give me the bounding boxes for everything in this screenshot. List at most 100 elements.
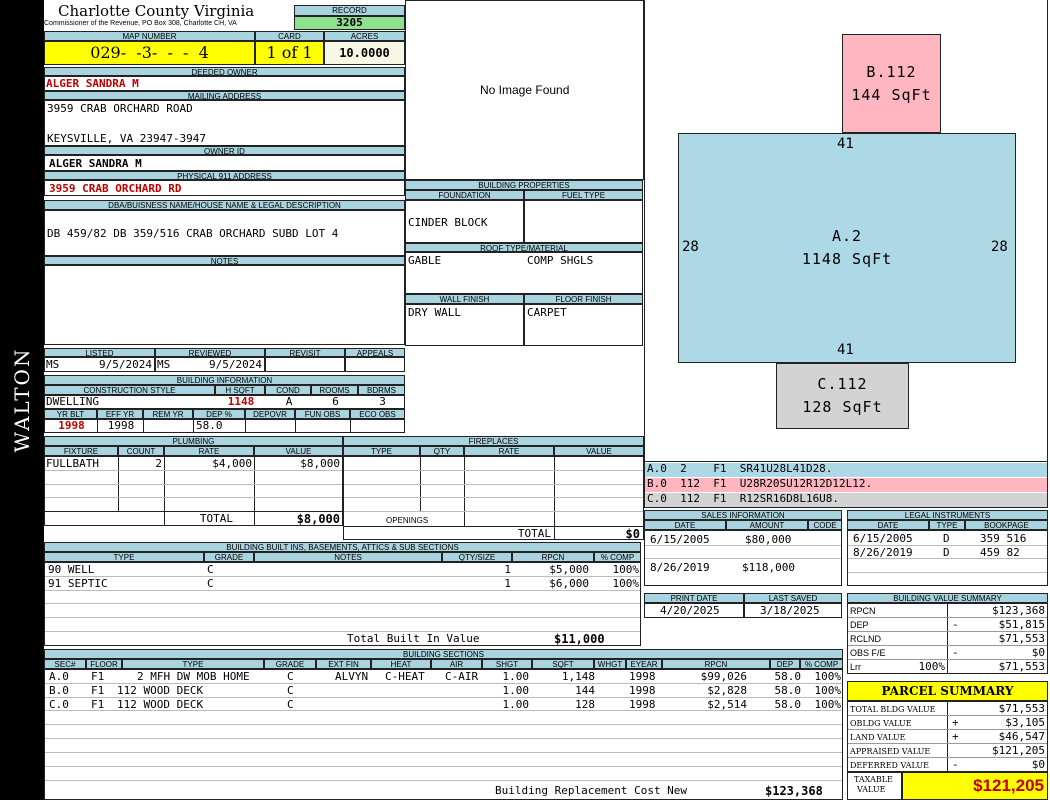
- county-header: Charlotte County Virginia Commissioner o…: [44, 0, 294, 31]
- sketch-code-c: C.0 112 F1 R12SR16D8L16U8.: [645, 493, 1047, 507]
- summary-label: RPCN: [850, 606, 876, 616]
- section-comp: 100%: [814, 670, 842, 683]
- fp-type-label: TYPE: [343, 446, 420, 456]
- listed-date: 9/5/2024: [99, 358, 152, 371]
- last-saved-box: 3/18/2025: [744, 603, 842, 618]
- section-sqft: 128: [575, 698, 595, 711]
- plumbing-total-label: TOTAL: [199, 512, 233, 525]
- notes-box: [44, 265, 405, 345]
- wall-finish-box: DRY WALL: [405, 304, 524, 346]
- reviewed-label: REVIEWED: [155, 348, 265, 357]
- section-ext-fin: ALVYN: [335, 670, 369, 683]
- year-built: 1998: [58, 419, 85, 432]
- district-sidebar: WALTON: [0, 0, 44, 800]
- county-title: Charlotte County Virginia: [58, 2, 255, 20]
- card-number: 1 of 1: [255, 41, 324, 65]
- listed-label: LISTED: [44, 348, 155, 357]
- card-label: CARD: [255, 31, 324, 41]
- appeals-label: APPEALS: [345, 348, 405, 357]
- deeded-owner-label: DEEDED OWNER: [44, 67, 405, 76]
- rate-col-label: RATE: [164, 446, 254, 456]
- wall-finish-label: WALL FINISH: [405, 294, 524, 304]
- section-id: C.0: [49, 698, 69, 711]
- parcel-label: OBLDG VALUE: [850, 719, 912, 728]
- summary-value: $71,553: [998, 632, 1045, 645]
- bi-notes-label: NOTES: [254, 552, 442, 562]
- record-label: RECORD: [294, 5, 405, 16]
- revisit-label: REVISIT: [265, 348, 345, 357]
- type-col-label: TYPE: [122, 659, 264, 669]
- hsqft-label: H SQFT: [215, 385, 265, 395]
- floor-col-label: FLOOR: [86, 659, 122, 669]
- summary-label: DEP: [850, 620, 869, 630]
- section-heat: C-HEAT: [385, 670, 425, 683]
- builtin-rpcn: $5,000: [549, 563, 589, 576]
- sale-code-label: CODE: [808, 520, 842, 530]
- plumbing-label: PLUMBING: [44, 436, 343, 446]
- section-grade: C: [287, 698, 294, 711]
- legal-type: D: [943, 546, 950, 559]
- fp-value-label: VALUE: [554, 446, 644, 456]
- construction-style: DWELLING: [46, 395, 99, 408]
- fixture-col-label: FIXTURE: [44, 446, 118, 456]
- legal-date: 8/26/2019: [853, 546, 913, 559]
- section-rpcn: $2,514: [707, 698, 747, 711]
- legal-description: DB 459/82 DB 359/516 CRAB ORCHARD SUBD L…: [47, 227, 339, 240]
- floor-finish-box: CARPET: [524, 304, 643, 346]
- section-grade: C: [287, 684, 294, 697]
- section-eyear: 1998: [629, 684, 656, 697]
- roof-label: ROOF TYPE/MATERIAL: [405, 243, 643, 252]
- construction-style-label: CONSTRUCTION STYLE: [44, 385, 215, 395]
- section-a-label: A.2: [831, 227, 863, 245]
- shgt-col-label: SHGT: [482, 659, 532, 669]
- summary-value: $71,553: [998, 660, 1045, 673]
- rooms-label: ROOMS: [311, 385, 358, 395]
- summary-value: $0: [1031, 646, 1045, 659]
- summary-value: $51,815: [998, 618, 1045, 631]
- section-rpcn: $2,828: [707, 684, 747, 697]
- section-eyear: 1998: [629, 698, 656, 711]
- section-dep: 58.0: [774, 698, 802, 711]
- sale-date: 6/15/2005: [650, 533, 710, 546]
- section-sqft: 1,148: [561, 670, 595, 683]
- depovr-label: DEPOVR: [245, 409, 295, 419]
- value-summary-label: BUILDING VALUE SUMMARY: [847, 593, 1048, 603]
- physical-address-box: 3959 CRAB ORCHARD RD: [44, 180, 405, 196]
- map-number-label: MAP NUMBER: [44, 31, 255, 41]
- parcel-value: $71,553: [998, 702, 1045, 715]
- physical-address: 3959 CRAB ORCHARD RD: [49, 182, 182, 195]
- builtin-type: 91 SEPTIC: [48, 577, 108, 590]
- appeals-box: [345, 357, 405, 372]
- building-year-row: 1998 1998 58.0: [44, 419, 405, 433]
- effective-year: 1998: [107, 419, 135, 432]
- plumbing-total: $8,000: [296, 512, 340, 526]
- section-type: 112 WOOD DECK: [117, 698, 204, 711]
- mailing-line-1: 3959 CRAB ORCHARD ROAD: [47, 102, 193, 115]
- sec-col-label: SEC#: [44, 659, 86, 669]
- sketch-section-b: B.112 144 SqFt: [842, 34, 941, 133]
- floor-finish: CARPET: [527, 306, 567, 319]
- section-type: 112 WOOD DECK: [117, 684, 204, 697]
- section-b-label: B.112: [866, 62, 917, 81]
- cond-label: COND: [265, 385, 311, 395]
- parcel-label: DEFERRED VALUE: [850, 761, 929, 770]
- fp-rate-label: RATE: [464, 446, 554, 456]
- value-col-label: VALUE: [254, 446, 343, 456]
- foundation-value: CINDER BLOCK: [408, 216, 488, 229]
- last-saved-label: LAST SAVED: [744, 593, 842, 603]
- section-floor: F1: [91, 684, 105, 697]
- bi-grade-label: GRADE: [204, 552, 254, 562]
- built-in-total: $11,000: [554, 632, 605, 646]
- extfin-col-label: EXT FIN: [316, 659, 371, 669]
- legal-bookpage: 359 516: [980, 532, 1027, 545]
- sketch-code-b: B.0 112 F1 U28R20SU12R12D12L12.: [645, 478, 1047, 492]
- sqft-col-label: SQFT: [532, 659, 594, 669]
- builtin-qty: 1: [504, 563, 511, 576]
- section-a-area: 1148 SqFt: [801, 250, 893, 268]
- yr-blt-label: YR BLT: [44, 409, 97, 419]
- acres-label: ACRES: [324, 31, 405, 41]
- sale-date: 8/26/2019: [650, 561, 710, 574]
- bdrms-label: BDRMS: [358, 385, 405, 395]
- section-shgt: 1.00: [502, 670, 530, 683]
- building-info-row: DWELLING 1148 A 6 3: [44, 395, 405, 409]
